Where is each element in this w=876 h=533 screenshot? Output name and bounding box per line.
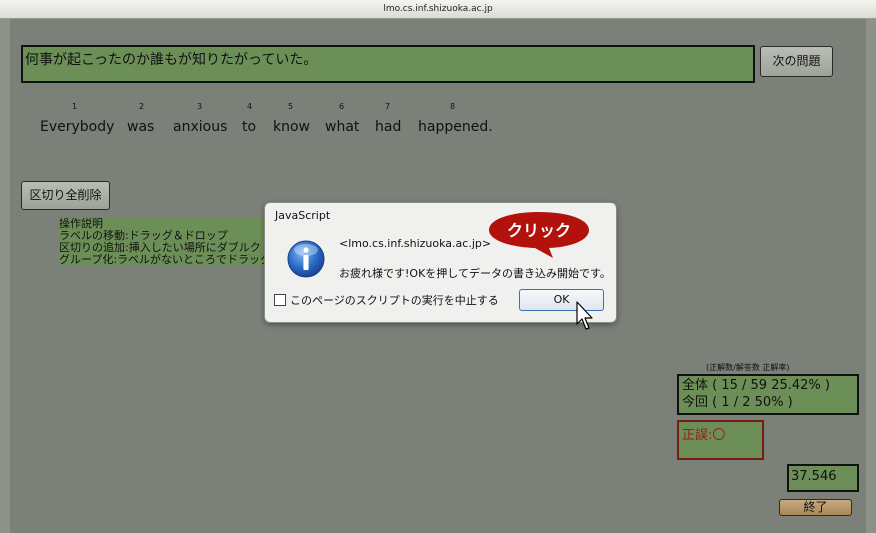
word-label[interactable]: had <box>375 119 401 135</box>
click-callout-bubble: クリック <box>489 212 589 258</box>
word-number: 3 <box>197 102 203 111</box>
word-label[interactable]: to <box>242 119 256 135</box>
next-question-button[interactable]: 次の問題 <box>760 46 833 77</box>
stats-header: (正解数/解答数 正解率) <box>706 363 790 372</box>
word-label[interactable]: know <box>273 119 310 135</box>
judgement-box: 正誤:〇 <box>677 420 764 460</box>
callout-text: クリック <box>507 221 571 240</box>
word-number: 8 <box>450 102 456 111</box>
word-number: 2 <box>139 102 145 111</box>
dialog-domain: <lmo.cs.inf.shizuoka.ac.jp> <box>339 237 492 250</box>
mouse-pointer-icon <box>576 301 593 330</box>
instructions-panel: 操作説明 ラベルの移動:ドラッグ＆ドロップ 区切りの追加:挿入したい場所にダブル… <box>59 218 269 266</box>
timer-display: 37.546 <box>787 464 859 492</box>
word-label[interactable]: happened. <box>418 119 493 135</box>
word-number: 7 <box>385 102 391 111</box>
word-label[interactable]: Everybody <box>40 119 114 135</box>
info-icon <box>287 240 325 278</box>
question-text-box: 何事が起こったのか誰もが知りたがっていた。 <box>21 45 755 83</box>
instructions-line: グループ化:ラベルがないところでドラッグ <box>59 253 269 266</box>
word-number: 5 <box>288 102 294 111</box>
word-number: 4 <box>247 102 253 111</box>
stop-scripts-label[interactable]: このページのスクリプトの実行を中止する <box>290 292 499 308</box>
word-label[interactable]: anxious <box>173 119 227 135</box>
dialog-title: JavaScript <box>275 209 331 222</box>
stats-current: 今回 ( 1 / 2 50% ) <box>682 395 793 410</box>
dialog-message: お疲れ様です!OKを押してデータの書き込み開始です。 <box>339 267 611 280</box>
stats-box: 全体 ( 15 / 59 25.42% ) 今回 ( 1 / 2 50% ) <box>677 374 859 415</box>
right-margin <box>866 19 876 533</box>
word-number: 1 <box>72 102 78 111</box>
word-label[interactable]: was <box>127 119 154 135</box>
stats-overall: 全体 ( 15 / 59 25.42% ) <box>682 378 830 393</box>
word-number: 6 <box>339 102 345 111</box>
window-titlebar: lmo.cs.inf.shizuoka.ac.jp <box>0 0 876 19</box>
clear-separators-button[interactable]: 区切り全削除 <box>21 181 110 210</box>
end-button[interactable]: 終了 <box>779 499 852 516</box>
left-margin <box>0 19 10 533</box>
word-label[interactable]: what <box>325 119 359 135</box>
stop-scripts-checkbox[interactable] <box>274 294 286 306</box>
